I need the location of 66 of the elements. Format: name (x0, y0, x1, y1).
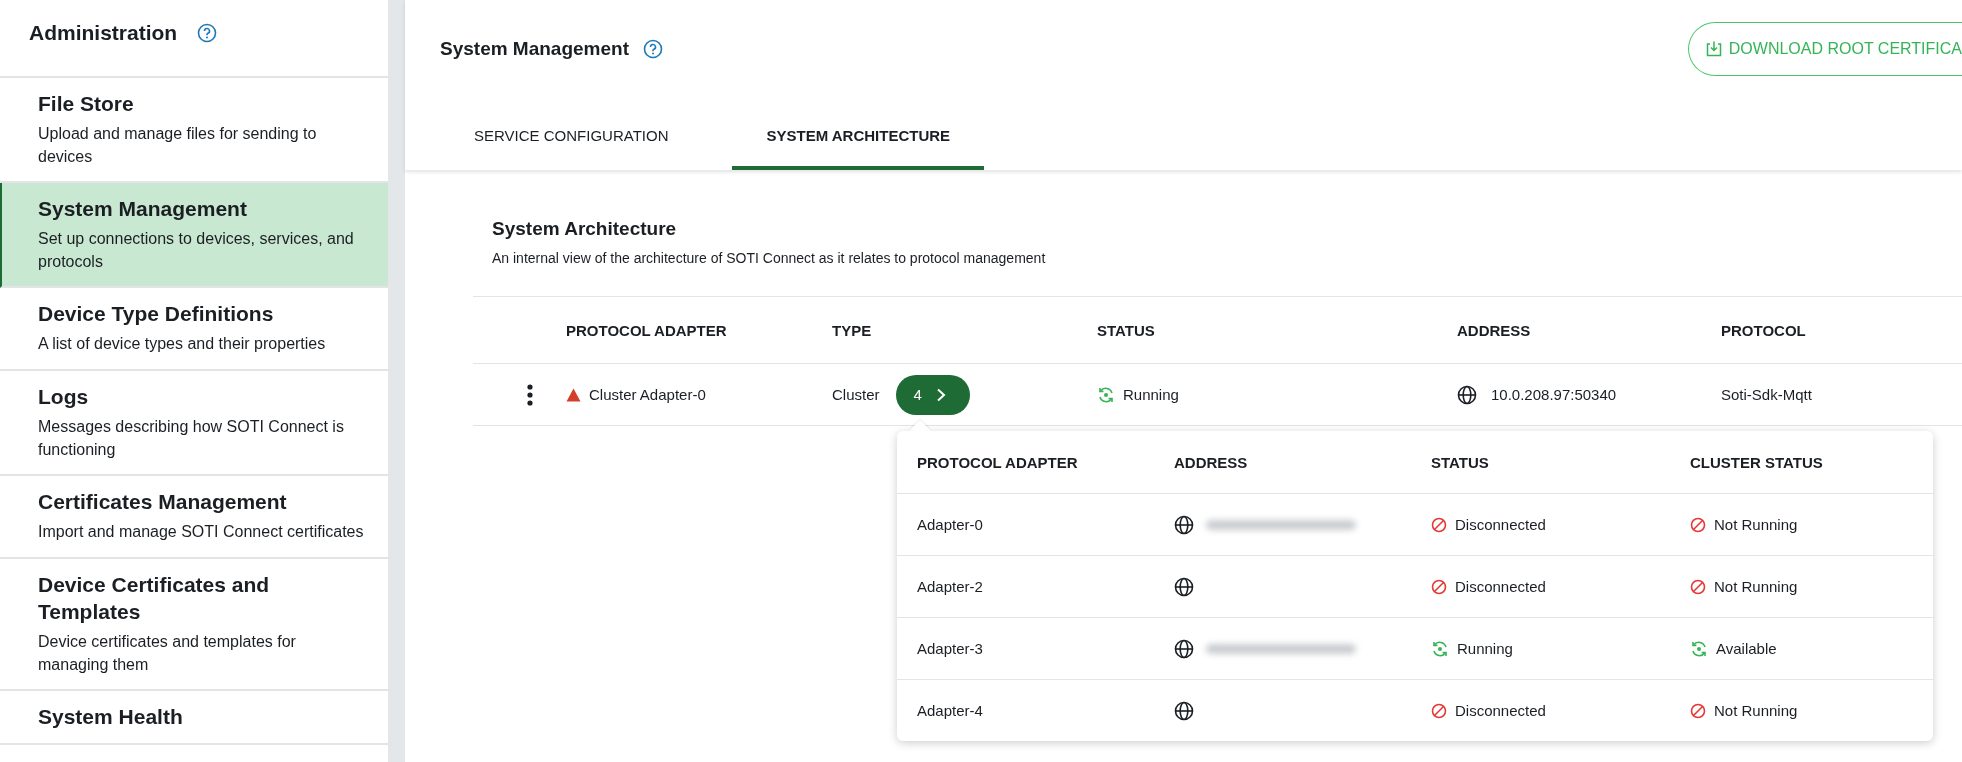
cluster-count-button[interactable]: 4 (895, 374, 970, 415)
adapter-name: Adapter-4 (917, 702, 984, 719)
item-title: System Management (38, 196, 248, 223)
adapter-name: Adapter-0 (917, 516, 984, 533)
tab[interactable]: SYSTEM ARCHITECTURE (732, 100, 985, 170)
help-icon[interactable] (643, 39, 663, 59)
chevron-right-icon (935, 387, 946, 402)
status-text: Not Running (1714, 578, 1798, 595)
status-text: Disconnected (1455, 516, 1546, 533)
item-description: Device certificates and templates for managing them (38, 632, 297, 675)
item-description: Upload and manage files for sending to devices (38, 124, 318, 167)
more-icon[interactable] (526, 383, 533, 406)
column-header: STATUS (1431, 453, 1490, 471)
adapter-name: Adapter-3 (917, 640, 984, 657)
column-header: CLUSTER STATUS (1690, 453, 1824, 471)
sync-icon (1431, 639, 1449, 658)
column-header: PROTOCOL (1721, 321, 1807, 339)
download-icon (1704, 39, 1723, 58)
item-description: Import and manage SOTI Connect certificates (38, 522, 364, 543)
adapter-name: Adapter-2 (917, 578, 984, 595)
status-text: Available (1716, 640, 1777, 657)
adapter-name: Cluster Adapter-0 (589, 386, 706, 403)
globe-icon (1174, 638, 1194, 659)
item-title: Logs (38, 383, 90, 410)
status-text: Disconnected (1455, 578, 1546, 595)
section-description: An internal view of the architecture of SOTI Connect as it relates to protocol management (491, 250, 1047, 266)
status-text: Disconnected (1455, 702, 1546, 719)
globe-icon (1457, 384, 1477, 405)
status-text: Running (1457, 640, 1513, 657)
column-header: ADDRESS (1174, 453, 1249, 471)
item-title: File Store (38, 91, 135, 117)
blocked-icon (1431, 516, 1447, 533)
sync-icon (1690, 639, 1708, 658)
item-description: Messages describing how SOTI Connect is functioning (38, 417, 345, 460)
sync-icon (1097, 385, 1115, 404)
type-text: Cluster (832, 386, 880, 403)
column-header: PROTOCOL ADAPTER (917, 453, 1079, 471)
item-description: Set up connections to devices, services, and protocols (38, 229, 355, 272)
globe-icon (1174, 514, 1194, 535)
globe-icon (1174, 576, 1194, 597)
sidebar-item[interactable]: System Management Set up connections to devices, services, and protocols (0, 183, 388, 289)
address-text: 10.0.208.97:50340 (1491, 386, 1617, 403)
blocked-icon (1690, 578, 1706, 595)
protocol-text: Soti-Sdk-Mqtt (1721, 386, 1813, 403)
blocked-icon (1690, 516, 1706, 533)
item-title: System Health (38, 704, 184, 730)
status-text: Not Running (1714, 702, 1798, 719)
column-header: TYPE (832, 321, 873, 339)
blocked-icon (1431, 578, 1447, 595)
sidebar-title: Administration (29, 21, 178, 45)
blocked-icon (1431, 702, 1447, 719)
item-description: A list of device types and their properties (38, 334, 327, 355)
tab[interactable]: SERVICE CONFIGURATION (440, 100, 703, 170)
status-text: Not Running (1714, 516, 1798, 533)
section-title: System Architecture (491, 218, 678, 240)
item-title: Device Certificates and Templates (38, 571, 271, 625)
blocked-icon (1690, 702, 1706, 719)
globe-icon (1174, 700, 1194, 721)
page-title: System Management (440, 38, 629, 60)
column-header: PROTOCOL ADAPTER (566, 321, 728, 339)
help-icon[interactable] (197, 23, 218, 43)
column-header: ADDRESS (1457, 321, 1532, 339)
column-header: STATUS (1097, 321, 1156, 339)
status-text: Running (1123, 386, 1179, 403)
item-title: Device Type Definitions (38, 301, 275, 328)
item-title: Certificates Management (38, 488, 288, 515)
